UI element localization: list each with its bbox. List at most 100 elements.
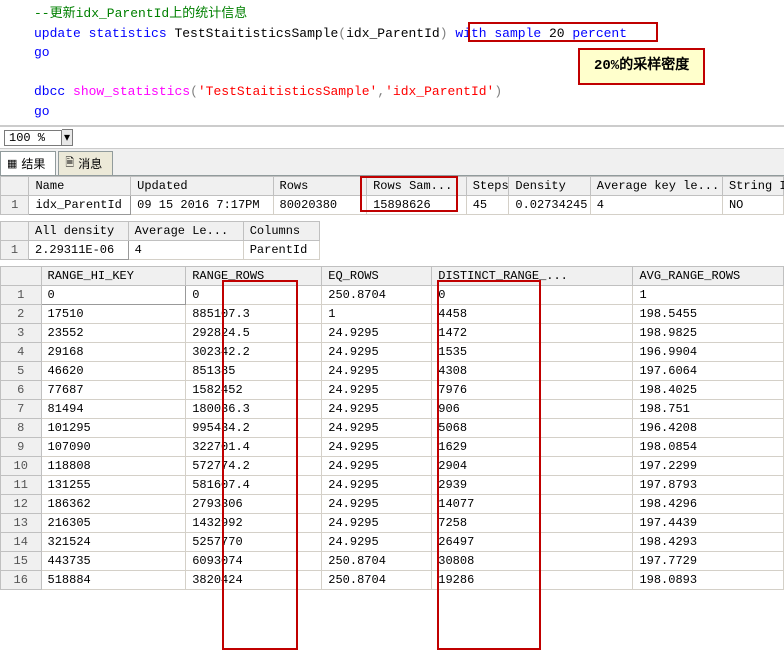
cell[interactable]: 2.29311E-06 (29, 241, 129, 260)
tab-messages[interactable]: 🗎 消息 (58, 151, 113, 175)
cell[interactable]: 45 (466, 196, 509, 215)
cell[interactable]: 198.751 (633, 400, 784, 419)
row-number[interactable]: 1 (1, 196, 29, 215)
zoom-level[interactable]: 100 % (4, 130, 62, 146)
cell[interactable]: 250.8704 (322, 552, 432, 571)
column-header[interactable]: EQ_ROWS (322, 267, 432, 286)
cell[interactable]: 197.7729 (633, 552, 784, 571)
cell[interactable]: 0 (41, 286, 186, 305)
row-number[interactable]: 7 (1, 400, 42, 419)
cell[interactable]: 1 (322, 305, 432, 324)
cell[interactable]: 80020380 (273, 196, 367, 215)
cell[interactable]: idx_ParentId (29, 196, 131, 215)
cell[interactable]: 81494 (41, 400, 186, 419)
cell[interactable]: 0 (432, 286, 633, 305)
cell[interactable]: 24.9295 (322, 343, 432, 362)
table-row[interactable]: 11131255581607.424.92952939197.8793 (1, 476, 784, 495)
cell[interactable]: 101295 (41, 419, 186, 438)
cell[interactable]: 196.9904 (633, 343, 784, 362)
cell[interactable]: 518884 (41, 571, 186, 590)
cell[interactable]: 6093074 (186, 552, 322, 571)
cell[interactable]: 0.02734245 (509, 196, 590, 215)
cell[interactable]: 26497 (432, 533, 633, 552)
cell[interactable]: 198.0854 (633, 438, 784, 457)
cell[interactable]: 15898626 (367, 196, 467, 215)
column-header[interactable]: Rows Sam... (367, 177, 467, 196)
cell[interactable]: 24.9295 (322, 362, 432, 381)
table-row[interactable]: 323552292824.524.92951472198.9825 (1, 324, 784, 343)
cell[interactable]: 1472 (432, 324, 633, 343)
cell[interactable]: 09 15 2016 7:17PM (131, 196, 273, 215)
density-grid[interactable]: All densityAverage Le...Columns 12.29311… (0, 221, 320, 260)
cell[interactable]: 24.9295 (322, 495, 432, 514)
cell[interactable]: 30808 (432, 552, 633, 571)
cell[interactable]: 4 (590, 196, 722, 215)
cell[interactable]: 906 (432, 400, 633, 419)
row-number[interactable]: 12 (1, 495, 42, 514)
cell[interactable]: 196.4208 (633, 419, 784, 438)
row-number[interactable]: 6 (1, 381, 42, 400)
cell[interactable]: 197.2299 (633, 457, 784, 476)
column-header[interactable]: Average Le... (128, 222, 243, 241)
table-row[interactable]: 54662085138524.92954308197.6064 (1, 362, 784, 381)
cell[interactable]: 24.9295 (322, 514, 432, 533)
cell[interactable]: 3820424 (186, 571, 322, 590)
cell[interactable]: 24.9295 (322, 476, 432, 495)
table-row[interactable]: 13216305143299224.92957258197.4439 (1, 514, 784, 533)
row-number[interactable]: 8 (1, 419, 42, 438)
cell[interactable]: 7976 (432, 381, 633, 400)
row-number[interactable]: 4 (1, 343, 42, 362)
cell[interactable]: 1432992 (186, 514, 322, 533)
table-row[interactable]: 165188843820424250.870419286198.0893 (1, 571, 784, 590)
cell[interactable]: 198.4296 (633, 495, 784, 514)
table-row[interactable]: 1idx_ParentId09 15 2016 7:17PM8002038015… (1, 196, 784, 215)
cell[interactable]: NO (722, 196, 783, 215)
cell[interactable]: 885107.3 (186, 305, 322, 324)
table-row[interactable]: 217510885107.314458198.5455 (1, 305, 784, 324)
row-number[interactable]: 13 (1, 514, 42, 533)
cell[interactable]: 24.9295 (322, 324, 432, 343)
column-header[interactable]: RANGE_ROWS (186, 267, 322, 286)
row-number[interactable]: 9 (1, 438, 42, 457)
column-header[interactable]: RANGE_HI_KEY (41, 267, 186, 286)
cell[interactable]: 198.0893 (633, 571, 784, 590)
cell[interactable]: 216305 (41, 514, 186, 533)
cell[interactable]: 29168 (41, 343, 186, 362)
zoom-dropdown-icon[interactable]: ▾ (62, 129, 73, 146)
cell[interactable]: 186362 (41, 495, 186, 514)
cell[interactable]: 1 (633, 286, 784, 305)
cell[interactable]: 198.4293 (633, 533, 784, 552)
row-number[interactable]: 3 (1, 324, 42, 343)
cell[interactable]: 77687 (41, 381, 186, 400)
cell[interactable]: 581607.4 (186, 476, 322, 495)
column-header[interactable]: Density (509, 177, 590, 196)
column-header[interactable]: All density (29, 222, 129, 241)
cell[interactable]: 24.9295 (322, 419, 432, 438)
cell[interactable]: 321524 (41, 533, 186, 552)
table-row[interactable]: 781494180036.324.9295906198.751 (1, 400, 784, 419)
column-header[interactable]: AVG_RANGE_ROWS (633, 267, 784, 286)
cell[interactable]: 197.6064 (633, 362, 784, 381)
cell[interactable]: 24.9295 (322, 533, 432, 552)
cell[interactable]: 292824.5 (186, 324, 322, 343)
cell[interactable]: 250.8704 (322, 571, 432, 590)
cell[interactable]: 197.4439 (633, 514, 784, 533)
cell[interactable]: 24.9295 (322, 438, 432, 457)
cell[interactable]: 19286 (432, 571, 633, 590)
cell[interactable]: 198.4025 (633, 381, 784, 400)
row-number[interactable]: 1 (1, 241, 29, 260)
cell[interactable]: 118808 (41, 457, 186, 476)
table-row[interactable]: 154437356093074250.870430808197.7729 (1, 552, 784, 571)
row-number[interactable]: 2 (1, 305, 42, 324)
cell[interactable]: 443735 (41, 552, 186, 571)
table-row[interactable]: 429168302342.224.92951535196.9904 (1, 343, 784, 362)
tab-results[interactable]: ▦ 结果 (0, 151, 56, 175)
row-number[interactable]: 10 (1, 457, 42, 476)
cell[interactable]: 2904 (432, 457, 633, 476)
cell[interactable]: 5257770 (186, 533, 322, 552)
cell[interactable]: 17510 (41, 305, 186, 324)
column-header[interactable]: Updated (131, 177, 273, 196)
table-row[interactable]: 677687158245224.92957976198.4025 (1, 381, 784, 400)
cell[interactable]: 2939 (432, 476, 633, 495)
cell[interactable]: 851385 (186, 362, 322, 381)
